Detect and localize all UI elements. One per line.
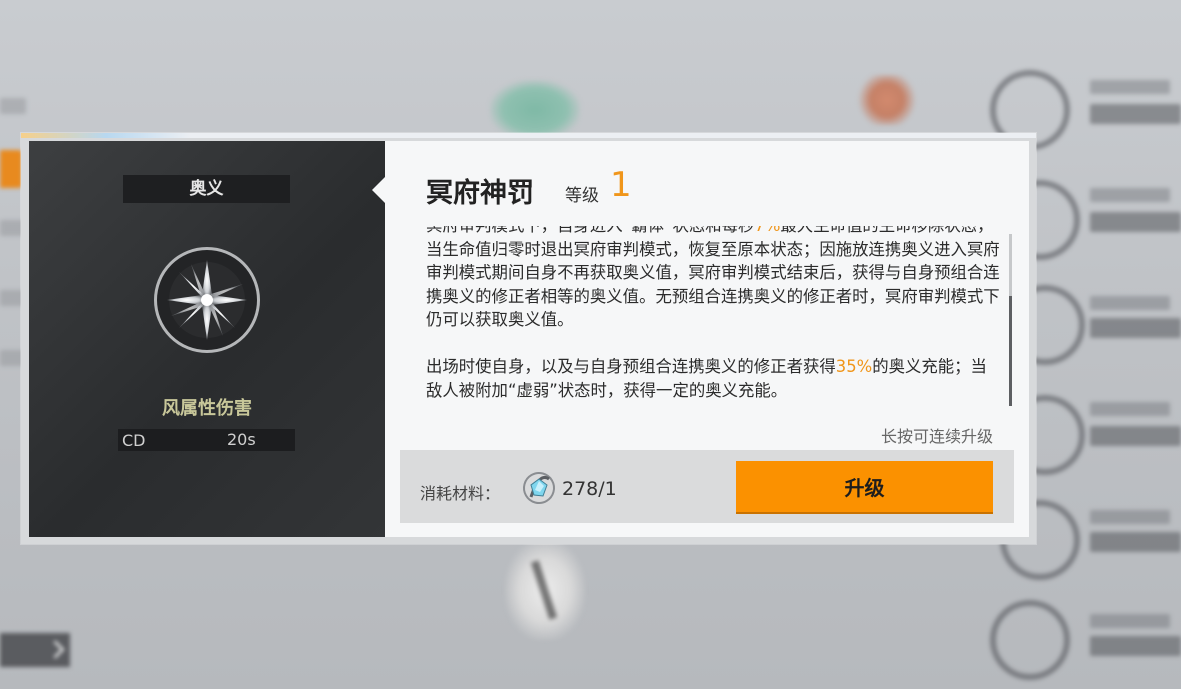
damage-type-label: 风属性伤害 xyxy=(162,398,252,419)
background-sigil-icon xyxy=(855,75,919,125)
cooldown-label: CD xyxy=(122,431,146,450)
background-label xyxy=(1090,212,1181,232)
highlight-value: 7% xyxy=(754,226,780,235)
background-label xyxy=(1090,532,1181,552)
skill-summary-panel: 奥义 风属性伤害 CD 20s xyxy=(29,141,385,537)
panel-pointer-arrow xyxy=(372,177,385,203)
level-value: 1 xyxy=(610,165,632,205)
description-paragraph: 冥府审判模式下，自身进入“霸体”状态和每秒7%最大生命值的生命移除状态，当生命值… xyxy=(426,226,1001,332)
background-text xyxy=(0,98,26,114)
hold-to-upgrade-hint: 长按可连续升级 xyxy=(880,427,993,446)
description-scrollbar-thumb[interactable] xyxy=(1009,296,1012,406)
background-label xyxy=(1090,296,1170,310)
skill-category-label: 奥义 xyxy=(123,175,290,203)
skill-star-icon xyxy=(154,247,260,353)
background-tab-active xyxy=(0,150,22,188)
highlight-value: 35% xyxy=(835,357,873,376)
background-skill-icon xyxy=(990,600,1070,680)
background-label xyxy=(1090,510,1170,524)
background-label xyxy=(1090,318,1181,338)
background-label xyxy=(1090,426,1181,446)
skill-name: 冥府神罚 xyxy=(426,178,534,209)
cost-label: 消耗材料： xyxy=(420,484,501,503)
background-label xyxy=(1090,636,1181,656)
upgrade-button[interactable]: 升级 xyxy=(736,461,993,512)
cooldown-bar: CD 20s xyxy=(118,429,295,451)
background-label xyxy=(1090,80,1170,94)
background-label xyxy=(1090,188,1170,202)
background-label xyxy=(1090,104,1181,124)
material-count: 278/1 xyxy=(562,478,617,500)
description-paragraph: 出场时使自身，以及与自身预组合连携奥义的修正者获得35%的奥义充能；当敌人被附加… xyxy=(426,357,987,400)
crystal-material-icon xyxy=(521,470,557,506)
cooldown-value: 20s xyxy=(227,430,256,449)
level-label: 等级 xyxy=(565,186,599,206)
background-label xyxy=(1090,614,1170,628)
upgrade-cost-bar: 消耗材料： 278/1 升级 xyxy=(400,450,1014,523)
skill-detail-panel: 冥府神罚 等级 1 冥府审判模式下，自身进入“霸体”状态和每秒7%最大生命值的生… xyxy=(385,141,1029,537)
background-character xyxy=(490,80,580,140)
background-next-button xyxy=(0,633,70,667)
background-label xyxy=(1090,402,1170,416)
skill-description[interactable]: 冥府审判模式下，自身进入“霸体”状态和每秒7%最大生命值的生命移除状态，当生命值… xyxy=(426,226,1001,406)
